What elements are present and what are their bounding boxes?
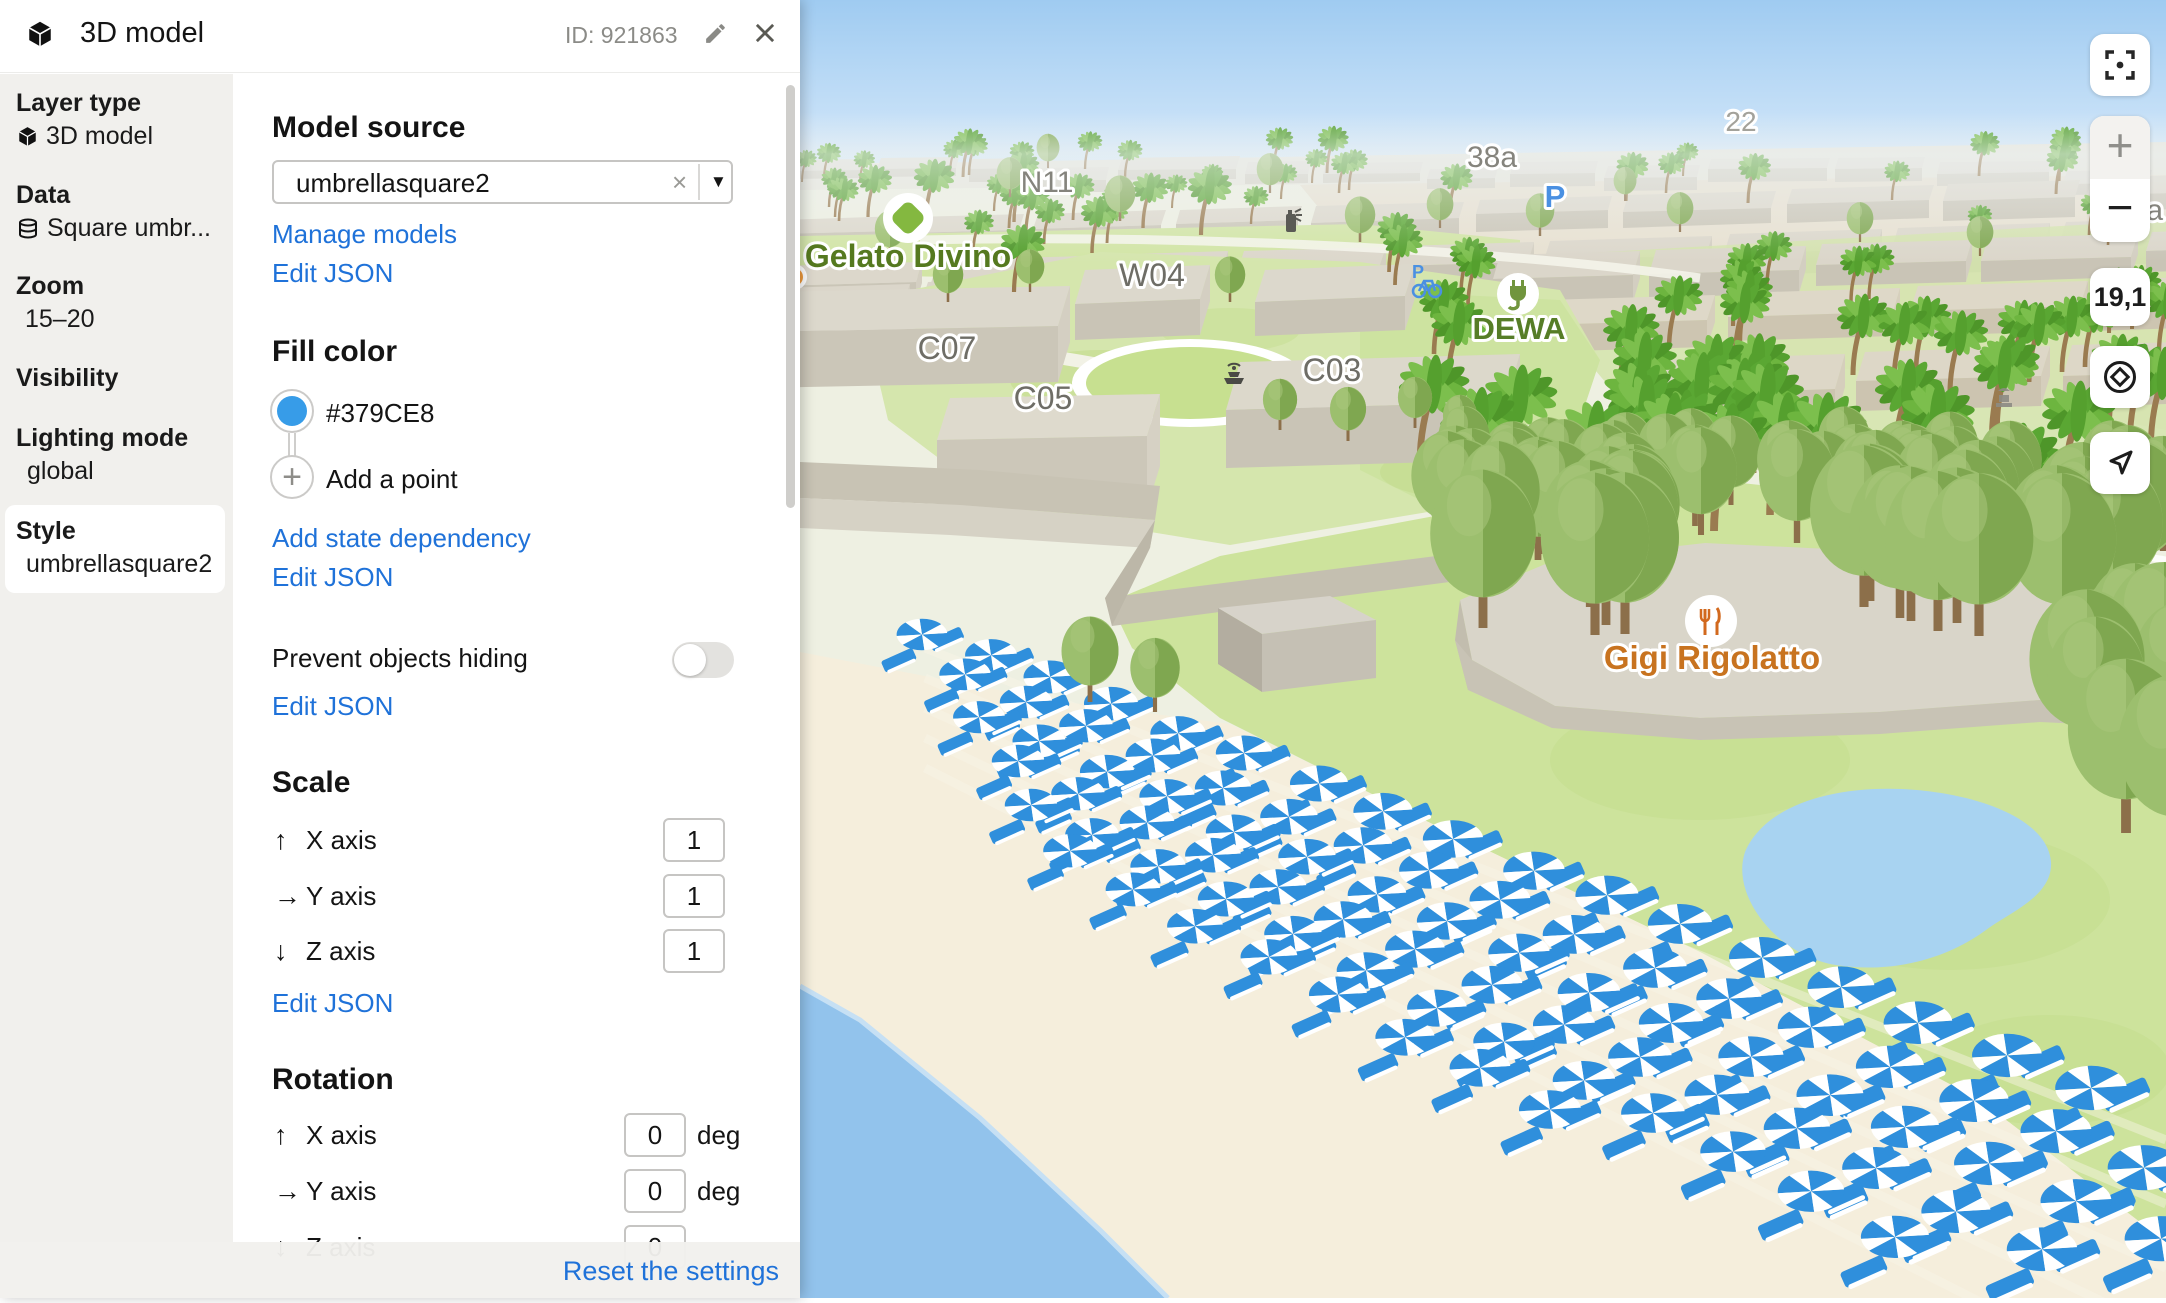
svg-text:P: P xyxy=(1412,262,1424,282)
svg-text:C03: C03 xyxy=(1303,352,1362,388)
svg-text:W04: W04 xyxy=(1119,257,1185,293)
svg-text:22: 22 xyxy=(1725,106,1756,137)
svg-text:N11: N11 xyxy=(1021,166,1074,199)
svg-text:Gelato Divino: Gelato Divino xyxy=(805,238,1011,274)
svg-text:DEWA: DEWA xyxy=(1473,311,1566,346)
svg-text:Gigi Rigolatto: Gigi Rigolatto xyxy=(1604,639,1820,676)
svg-text:P: P xyxy=(1545,179,1566,214)
svg-text:C07: C07 xyxy=(918,330,977,366)
svg-text:C05: C05 xyxy=(1014,380,1073,416)
svg-text:45a: 45a xyxy=(2113,194,2163,227)
svg-text:38a: 38a xyxy=(1467,141,1517,174)
